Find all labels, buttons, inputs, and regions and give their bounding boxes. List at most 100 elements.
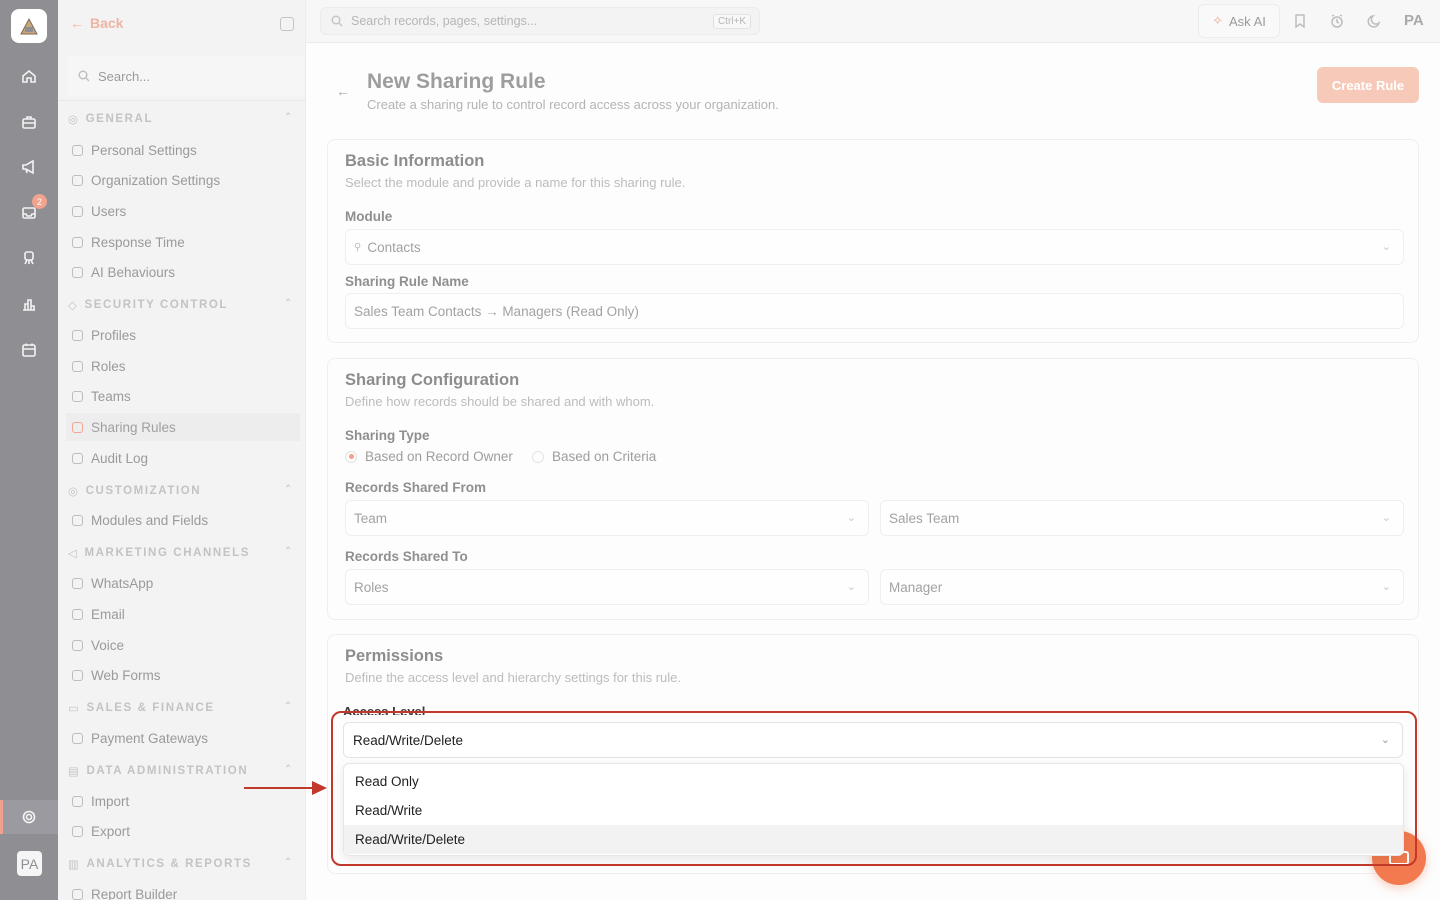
sidebar-item-audit-log[interactable]: Audit Log <box>72 444 298 472</box>
shared-to-value-select[interactable]: Manager ⌄ <box>880 569 1404 605</box>
sidebar-item-voice[interactable]: Voice <box>72 631 298 659</box>
page-back-arrow-icon[interactable]: ← <box>336 83 350 99</box>
avatar[interactable]: PA <box>17 851 42 876</box>
alarm-icon[interactable] <box>1329 13 1345 29</box>
sidebar-item-profiles[interactable]: Profiles <box>72 321 298 349</box>
sidebar-item-response-time[interactable]: Response Time <box>72 228 298 256</box>
chart-icon[interactable] <box>17 292 41 316</box>
wand-icon <box>72 266 83 278</box>
home-icon[interactable] <box>17 64 41 88</box>
section-marketing-channels[interactable]: ◁ MARKETING CHANNELS ⌃ <box>68 546 294 560</box>
create-rule-button[interactable]: Create Rule <box>1317 67 1419 103</box>
chevron-up-icon: ⌃ <box>284 484 294 495</box>
chevron-down-icon: ⌄ <box>1381 581 1391 593</box>
app-logo[interactable] <box>11 9 47 43</box>
cube-icon <box>72 514 83 526</box>
search-icon <box>331 15 343 27</box>
sidebar-item-report-builder[interactable]: Report Builder <box>72 880 298 900</box>
sidebar-item-users[interactable]: Users <box>72 197 298 225</box>
section-sales-finance[interactable]: ▭ SALES & FINANCE ⌃ <box>68 701 294 715</box>
records-shared-to-label: Records Shared To <box>345 549 468 564</box>
access-level-select[interactable]: Read/Write/Delete ⌄ <box>343 722 1403 758</box>
section-title: DATA ADMINISTRATION <box>86 765 249 777</box>
user-icon <box>72 144 83 156</box>
option-read-write-delete[interactable]: Read/Write/Delete <box>344 825 1403 854</box>
sidebar-item-personal-settings[interactable]: Personal Settings <box>72 136 298 164</box>
section-security-control[interactable]: ◇ SECURITY CONTROL ⌃ <box>68 298 294 312</box>
option-read-write[interactable]: Read/Write <box>344 796 1403 825</box>
calendar-icon[interactable] <box>17 338 41 362</box>
sharing-rule-name-field[interactable]: Sales Team Contacts → Managers (Read Onl… <box>345 293 1404 329</box>
chat-icon <box>72 577 83 589</box>
sidebar-divider <box>58 100 306 101</box>
bookmark-icon[interactable] <box>1292 13 1308 29</box>
sidebar-item-label: Audit Log <box>91 450 149 466</box>
shield-icon <box>72 329 83 341</box>
moon-icon[interactable] <box>1367 13 1383 29</box>
sidebar-item-web-forms[interactable]: Web Forms <box>72 661 298 689</box>
ask-ai-label: Ask AI <box>1229 13 1266 29</box>
sidebar-item-whatsapp[interactable]: WhatsApp <box>72 569 298 597</box>
sidebar-item-teams[interactable]: Teams <box>72 382 298 410</box>
sidebar-search-input[interactable]: Search... <box>68 56 304 96</box>
sidebar-item-label: Personal Settings <box>91 142 197 158</box>
sidebar-item-ai-behaviours[interactable]: AI Behaviours <box>72 258 298 286</box>
sidebar-item-label: Payment Gateways <box>91 730 209 746</box>
shared-to-type-select[interactable]: Roles ⌄ <box>345 569 869 605</box>
sidebar-item-export[interactable]: Export <box>72 817 298 845</box>
shared-from-value-select[interactable]: Sales Team ⌄ <box>880 500 1404 536</box>
radio-criteria[interactable]: Based on Criteria <box>532 449 656 464</box>
option-read-only[interactable]: Read Only <box>344 767 1403 796</box>
report-icon <box>72 888 83 900</box>
shared-from-type-select[interactable]: Team ⌄ <box>345 500 869 536</box>
section-title: MARKETING CHANNELS <box>84 547 250 559</box>
access-level-dropdown-menu: Read Only Read/Write Read/Write/Delete <box>343 763 1404 856</box>
sidebar-item-modules-and-fields[interactable]: Modules and Fields <box>72 506 298 534</box>
shared-from-value: Sales Team <box>889 510 960 526</box>
team-icon <box>72 390 83 402</box>
records-shared-from-label: Records Shared From <box>345 480 487 495</box>
collapse-sidebar-icon[interactable] <box>280 17 294 31</box>
module-value: Contacts <box>367 239 421 255</box>
section-general[interactable]: ◎ GENERAL ⌃ <box>68 112 294 126</box>
megaphone-icon[interactable] <box>17 155 41 179</box>
clock-icon <box>72 236 83 248</box>
back-label: Back <box>90 15 124 31</box>
sidebar-item-email[interactable]: Email <box>72 600 298 628</box>
chevron-up-icon: ⌃ <box>284 546 294 557</box>
access-level-value: Read/Write/Delete <box>353 732 464 748</box>
section-customization[interactable]: ◎ CUSTOMIZATION ⌃ <box>68 484 294 498</box>
users-icon <box>72 205 83 217</box>
sidebar-item-sharing-rules[interactable]: Sharing Rules <box>66 413 300 441</box>
sidebar-item-label: Web Forms <box>91 667 161 683</box>
module-label: Module <box>345 209 393 224</box>
global-search-input[interactable]: Search records, pages, settings... Ctrl+… <box>320 7 760 35</box>
role-icon <box>72 360 83 372</box>
ask-ai-button[interactable]: ✧ Ask AI <box>1198 4 1280 38</box>
section-data-administration[interactable]: ▤ DATA ADMINISTRATION ⌃ <box>68 764 294 778</box>
radio-record-owner[interactable]: Based on Record Owner <box>345 449 513 464</box>
app-rail: 2 PA <box>0 0 58 900</box>
shared-from-type-value: Team <box>354 510 388 526</box>
settings-sidebar: ← Back Search... ◎ GENERAL ⌃ Personal Sett… <box>58 0 306 900</box>
rocket-icon[interactable] <box>17 246 41 270</box>
sidebar-item-label: Users <box>91 203 127 219</box>
sidebar-item-organization-settings[interactable]: Organization Settings <box>72 166 298 194</box>
upload-icon <box>72 795 83 807</box>
chevron-up-icon: ⌃ <box>284 298 294 309</box>
sidebar-item-payment-gateways[interactable]: Payment Gateways <box>72 724 298 752</box>
gear-icon[interactable] <box>17 805 41 829</box>
user-initials[interactable]: PA <box>1404 12 1424 29</box>
building-icon <box>72 174 83 186</box>
back-button[interactable]: ← Back <box>70 15 123 31</box>
section-analytics-reports[interactable]: ▥ ANALYTICS & REPORTS ⌃ <box>68 857 294 871</box>
chevron-down-icon: ⌄ <box>1381 241 1391 253</box>
module-select[interactable]: ⚲ Contacts ⌄ <box>345 229 1404 265</box>
top-bar: Search records, pages, settings... Ctrl+… <box>306 0 1440 43</box>
briefcase-icon[interactable] <box>17 110 41 134</box>
shared-to-type-value: Roles <box>354 579 389 595</box>
basic-information-card: Basic Information Select the module and … <box>327 139 1419 343</box>
phone-icon <box>72 639 83 651</box>
sidebar-item-roles[interactable]: Roles <box>72 352 298 380</box>
share-icon <box>72 421 83 433</box>
